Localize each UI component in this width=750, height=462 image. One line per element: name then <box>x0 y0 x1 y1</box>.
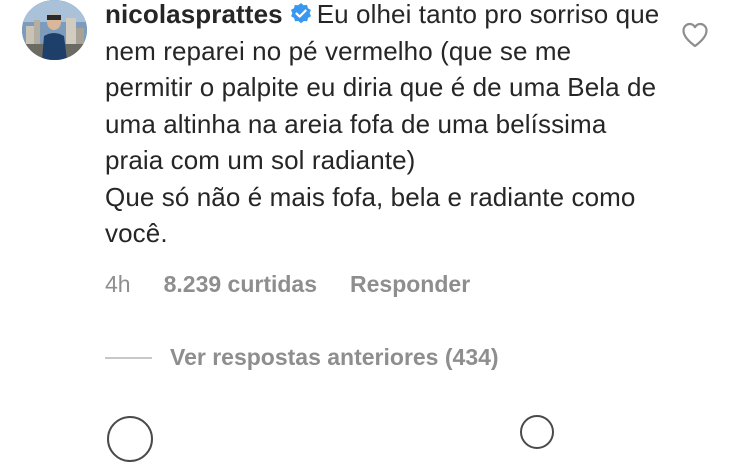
replies-divider <box>105 356 152 359</box>
avatar-photo <box>22 0 87 60</box>
comment-paragraph-2: Que só não é mais fofa, bela e radiante … <box>105 181 636 249</box>
comment: nicolasprattes Eu olhei tanto pro sorriso… <box>0 0 750 462</box>
view-replies-label: Ver respostas anteriores (434) <box>170 344 499 370</box>
reply-button[interactable]: Responder <box>350 271 470 298</box>
next-reply-icon <box>520 415 554 449</box>
view-previous-replies-button[interactable]: Ver respostas anteriores (434) <box>105 344 499 376</box>
verified-badge-icon <box>290 3 311 24</box>
comment-meta: 4h 8.239 curtidas Responder <box>105 271 470 298</box>
avatar[interactable] <box>22 0 87 60</box>
next-reply-avatar[interactable] <box>107 416 153 462</box>
heart-outline-icon[interactable] <box>681 22 709 48</box>
comment-text: nicolasprattes Eu olhei tanto pro sorriso… <box>105 0 665 252</box>
likes-count[interactable]: 8.239 curtidas <box>164 271 317 298</box>
username[interactable]: nicolasprattes <box>105 0 283 29</box>
comment-timestamp: 4h <box>105 271 131 297</box>
